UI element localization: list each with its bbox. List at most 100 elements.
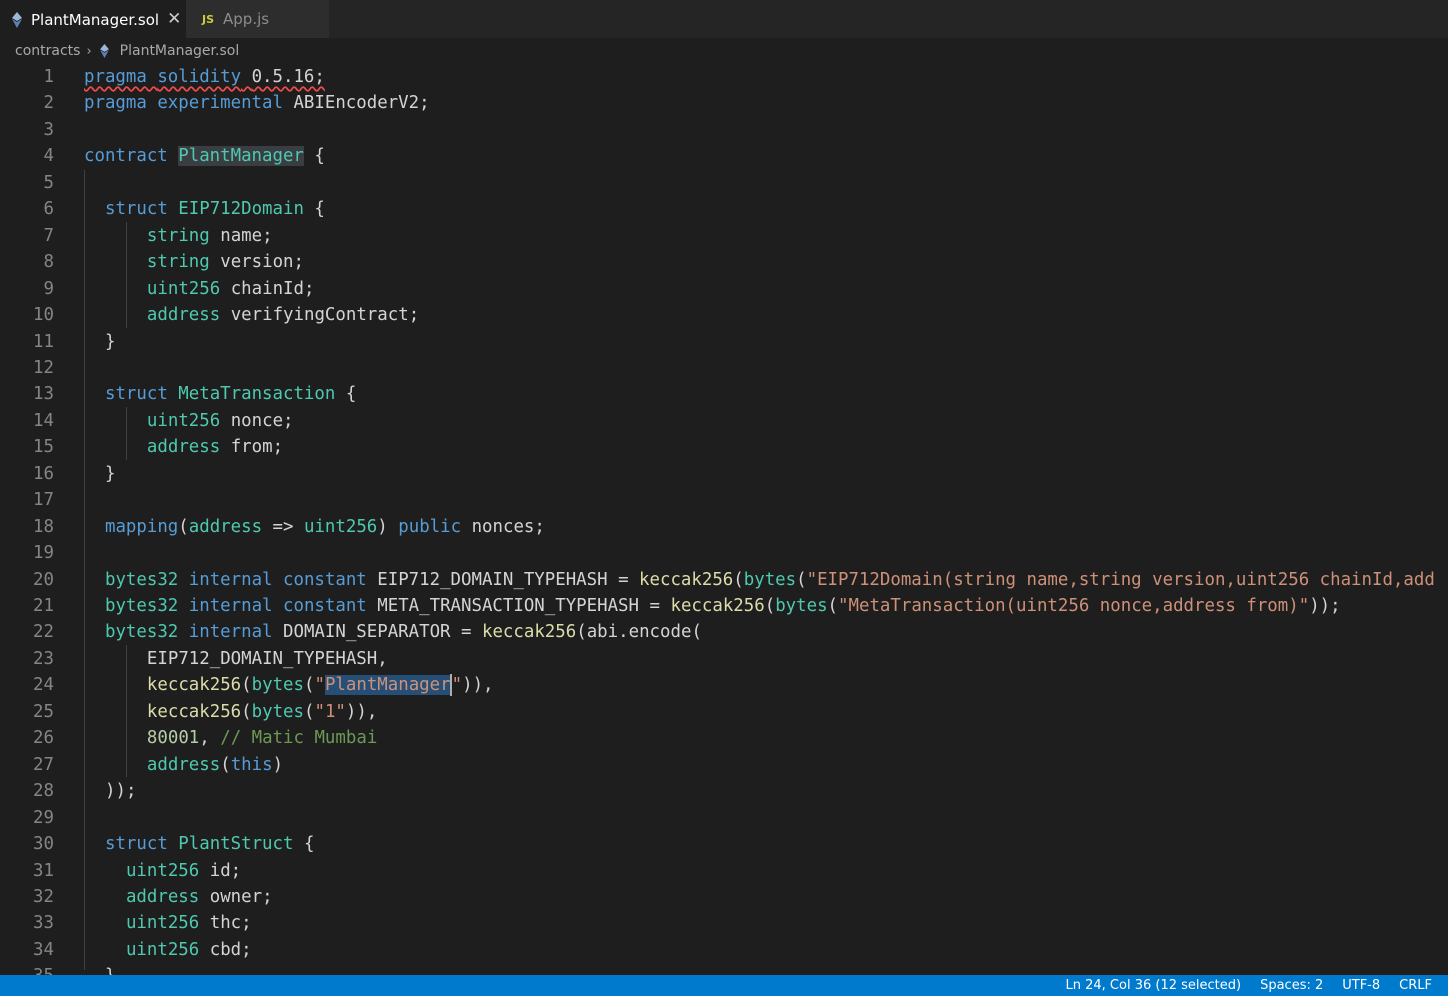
line-number: 13 bbox=[33, 384, 54, 405]
code-text: pragma solidity 0.5.16; bbox=[84, 67, 325, 87]
code-line[interactable]: 12 bbox=[0, 355, 1448, 381]
line-number: 30 bbox=[33, 834, 54, 855]
code-line[interactable]: 15 address from; bbox=[0, 434, 1448, 460]
line-number: 21 bbox=[33, 596, 54, 616]
code-text: keccak256(bytes("PlantManager")), bbox=[146, 674, 494, 697]
line-number: 23 bbox=[33, 648, 54, 669]
line-ending[interactable]: CRLF bbox=[1399, 978, 1432, 993]
code-text: struct EIP712Domain { bbox=[104, 199, 325, 220]
code-line[interactable]: 30 struct PlantStruct { bbox=[0, 831, 1448, 857]
code-line[interactable]: 21 bytes32 internal constant META_TRANSA… bbox=[0, 593, 1448, 619]
tab-app-js[interactable]: JS App.js bbox=[186, 0, 329, 38]
indentation[interactable]: Spaces: 2 bbox=[1260, 978, 1323, 993]
line-number: 10 bbox=[33, 305, 54, 326]
code-line[interactable]: 1 pragma solidity 0.5.16; bbox=[0, 64, 1448, 90]
line-number: 1 bbox=[43, 67, 54, 87]
code-text: pragma experimental ABIEncoderV2; bbox=[84, 93, 430, 114]
line-number: 6 bbox=[43, 199, 54, 220]
line-number: 33 bbox=[33, 913, 54, 934]
code-line[interactable]: 19 bbox=[0, 540, 1448, 566]
editor-tab-bar: PlantManager.sol ✕ JS App.js bbox=[0, 0, 1448, 38]
code-text: 80001, // Matic Mumbai bbox=[146, 728, 378, 749]
line-number: 17 bbox=[33, 490, 54, 511]
breadcrumb-folder[interactable]: contracts bbox=[15, 43, 80, 59]
code-text: uint256 id; bbox=[125, 860, 242, 881]
line-number: 32 bbox=[33, 886, 54, 907]
status-bar: Ln 24, Col 36 (12 selected) Spaces: 2 UT… bbox=[0, 975, 1448, 996]
encoding[interactable]: UTF-8 bbox=[1342, 978, 1380, 993]
code-line[interactable]: 26 80001, // Matic Mumbai bbox=[0, 725, 1448, 751]
code-editor[interactable]: 1 pragma solidity 0.5.16; 2 pragma experime… bbox=[0, 64, 1448, 975]
chevron-right-icon: › bbox=[86, 43, 92, 59]
code-text: uint256 cbd; bbox=[125, 939, 252, 960]
code-line[interactable]: 14 uint256 nonce; bbox=[0, 408, 1448, 434]
line-number: 24 bbox=[33, 675, 54, 696]
code-text: uint256 thc; bbox=[125, 913, 252, 934]
code-text: )); bbox=[104, 781, 137, 802]
code-text: uint256 chainId; bbox=[146, 278, 315, 299]
line-number: 11 bbox=[33, 331, 54, 352]
line-number: 29 bbox=[33, 807, 54, 828]
code-line[interactable]: 8 string version; bbox=[0, 249, 1448, 275]
line-number: 34 bbox=[33, 939, 54, 960]
code-line[interactable]: 27 address(this) bbox=[0, 752, 1448, 778]
code-line[interactable]: 2 pragma experimental ABIEncoderV2; bbox=[0, 90, 1448, 116]
line-number: 28 bbox=[33, 781, 54, 802]
code-line[interactable]: 32 address owner; bbox=[0, 884, 1448, 910]
line-number: 5 bbox=[43, 172, 54, 193]
tab-label: PlantManager.sol bbox=[31, 10, 160, 29]
line-number: 7 bbox=[43, 225, 54, 246]
code-line[interactable]: 33 uint256 thc; bbox=[0, 910, 1448, 936]
code-line[interactable]: 22 bytes32 internal DOMAIN_SEPARATOR = k… bbox=[0, 619, 1448, 645]
code-line[interactable]: 4 contract PlantManager { bbox=[0, 143, 1448, 169]
code-line[interactable]: 29 bbox=[0, 805, 1448, 831]
code-line[interactable]: 9 uint256 chainId; bbox=[0, 276, 1448, 302]
code-line[interactable]: 31 uint256 id; bbox=[0, 858, 1448, 884]
code-line[interactable]: 16 } bbox=[0, 461, 1448, 487]
tab-plantmanager-sol[interactable]: PlantManager.sol ✕ bbox=[0, 0, 186, 38]
code-line[interactable]: 5 bbox=[0, 170, 1448, 196]
line-number: 16 bbox=[33, 463, 54, 484]
line-number: 9 bbox=[43, 278, 54, 299]
code-line[interactable]: 6 struct EIP712Domain { bbox=[0, 196, 1448, 222]
code-line[interactable]: 34 uint256 cbd; bbox=[0, 937, 1448, 963]
code-line[interactable]: 10 address verifyingContract; bbox=[0, 302, 1448, 328]
code-line[interactable]: 3 bbox=[0, 117, 1448, 143]
code-text: keccak256(bytes("1")), bbox=[146, 701, 378, 722]
code-line[interactable]: 24 keccak256(bytes("PlantManager")), bbox=[0, 672, 1448, 698]
code-line[interactable]: 35 } bbox=[0, 963, 1448, 975]
code-text: bytes32 internal constant META_TRANSACTI… bbox=[104, 596, 1341, 616]
code-text: struct MetaTransaction { bbox=[104, 384, 357, 405]
js-icon: JS bbox=[202, 12, 215, 26]
code-line[interactable]: 18 mapping(address => uint256) public no… bbox=[0, 514, 1448, 540]
line-number: 26 bbox=[33, 728, 54, 749]
code-line[interactable]: 28 )); bbox=[0, 778, 1448, 804]
code-line[interactable]: 23 EIP712_DOMAIN_TYPEHASH, bbox=[0, 646, 1448, 672]
cursor-position[interactable]: Ln 24, Col 36 (12 selected) bbox=[1066, 978, 1242, 993]
code-text: address(this) bbox=[146, 754, 284, 775]
close-icon[interactable]: ✕ bbox=[167, 11, 181, 28]
code-text: } bbox=[104, 463, 116, 484]
code-line[interactable]: 17 bbox=[0, 487, 1448, 513]
code-line[interactable]: 7 string name; bbox=[0, 223, 1448, 249]
line-number: 31 bbox=[33, 860, 54, 881]
code-text: string name; bbox=[146, 225, 273, 246]
code-text: bytes32 internal DOMAIN_SEPARATOR = kecc… bbox=[104, 622, 702, 643]
line-number: 18 bbox=[33, 516, 54, 537]
code-text: mapping(address => uint256) public nonce… bbox=[104, 516, 545, 537]
code-text: address owner; bbox=[125, 886, 273, 907]
line-number: 19 bbox=[33, 543, 54, 564]
code-text: bytes32 internal constant EIP712_DOMAIN_… bbox=[104, 569, 1435, 590]
code-line[interactable]: 25 keccak256(bytes("1")), bbox=[0, 699, 1448, 725]
line-number: 8 bbox=[43, 252, 54, 273]
code-text: struct PlantStruct { bbox=[104, 834, 315, 855]
code-line[interactable]: 13 struct MetaTransaction { bbox=[0, 381, 1448, 407]
line-number: 15 bbox=[33, 437, 54, 458]
code-line[interactable]: 20 bytes32 internal constant EIP712_DOMA… bbox=[0, 567, 1448, 593]
line-number: 12 bbox=[33, 357, 54, 378]
code-text: string version; bbox=[146, 252, 304, 273]
breadcrumb-file[interactable]: PlantManager.sol bbox=[120, 43, 240, 59]
solidity-icon bbox=[99, 44, 112, 58]
line-number: 22 bbox=[33, 622, 54, 643]
code-line[interactable]: 11 } bbox=[0, 329, 1448, 355]
